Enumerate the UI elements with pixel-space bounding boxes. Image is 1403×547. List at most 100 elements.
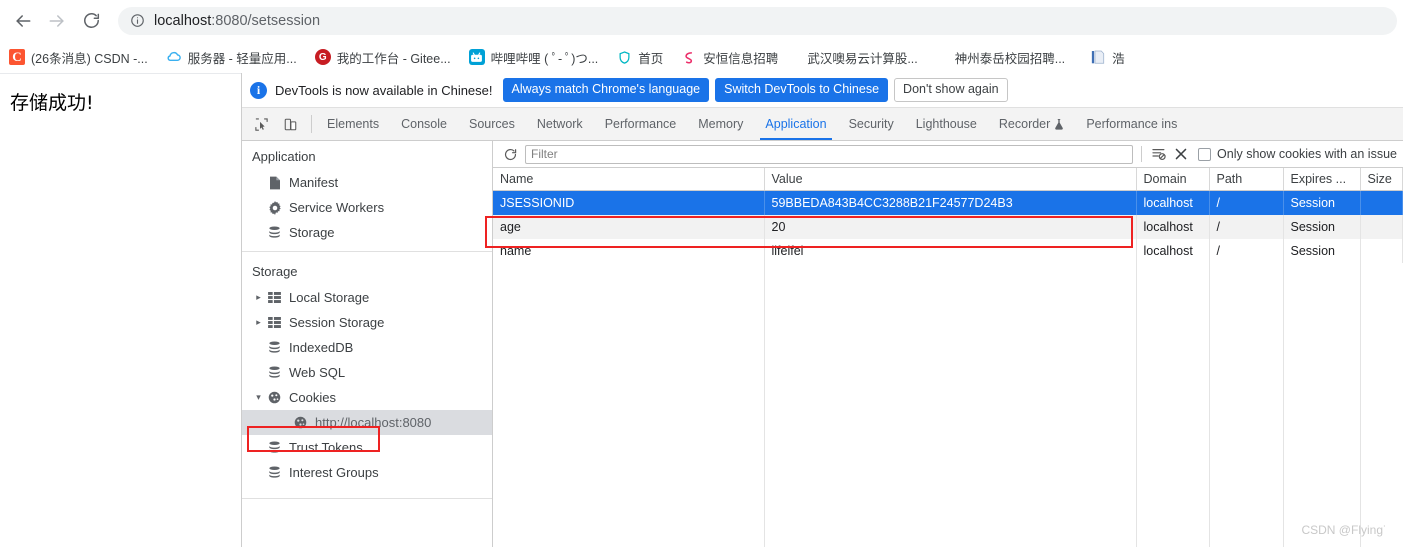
sidebar-item-web-sql[interactable]: Web SQL bbox=[242, 360, 492, 385]
table-row[interactable]: name lifeifei localhost / Session bbox=[493, 239, 1403, 263]
bookmark-dbappsecurity[interactable]: 安恒信息招聘 bbox=[675, 45, 784, 69]
address-bar-url: localhost:8080/setsession bbox=[154, 13, 320, 29]
clear-filter-icon[interactable] bbox=[1148, 143, 1170, 165]
column-header-name[interactable]: Name bbox=[493, 168, 765, 191]
cookie-icon bbox=[265, 391, 284, 404]
bookmark-wuhan-ouyi[interactable]: 武汉噢易云计算股... bbox=[801, 45, 923, 69]
cookies-table-header: Name Value Domain Path Expires ... Size bbox=[493, 168, 1403, 191]
clear-all-cookies-icon[interactable] bbox=[1170, 143, 1192, 165]
only-issues-label: Only show cookies with an issue bbox=[1217, 147, 1397, 161]
bookmark-label: 哔哩哔哩 ( ﾟ- ﾟ)つ... bbox=[490, 51, 599, 66]
tab-performance[interactable]: Performance bbox=[594, 108, 688, 140]
sidebar-item-cookie-origin[interactable]: http://localhost:8080 bbox=[242, 410, 492, 435]
sidebar-item-manifest[interactable]: Manifest bbox=[242, 170, 492, 195]
table-row[interactable]: JSESSIONID 59BBEDA843B4CC3288B21F24577D2… bbox=[493, 190, 1403, 215]
browser-window: localhost:8080/setsession C (26条消息) CSDN… bbox=[0, 0, 1403, 547]
cookies-table-body: JSESSIONID 59BBEDA843B4CC3288B21F24577D2… bbox=[493, 190, 1403, 263]
chevron-down-icon[interactable]: ▾ bbox=[252, 392, 265, 403]
tab-lighthouse[interactable]: Lighthouse bbox=[905, 108, 988, 140]
sidebar-item-cookies[interactable]: ▾ Cookies bbox=[242, 385, 492, 410]
watermark: CSDN @Flying˙ bbox=[1301, 523, 1387, 537]
cell-path: / bbox=[1209, 239, 1284, 263]
devtools-panel: i DevTools is now available in Chinese! … bbox=[241, 73, 1403, 547]
cookies-table: Name Value Domain Path Expires ... Size … bbox=[493, 168, 1403, 263]
tab-performance-insights[interactable]: Performance ins bbox=[1075, 108, 1188, 140]
back-button[interactable] bbox=[6, 4, 40, 38]
browser-toolbar: localhost:8080/setsession bbox=[0, 0, 1403, 41]
tab-sources[interactable]: Sources bbox=[458, 108, 526, 140]
devtools-tool-icons bbox=[242, 108, 307, 140]
tab-memory[interactable]: Memory bbox=[687, 108, 754, 140]
cookies-filter-bar: Only show cookies with an issue bbox=[493, 141, 1403, 168]
sidebar-item-service-workers[interactable]: Service Workers bbox=[242, 195, 492, 220]
tab-security[interactable]: Security bbox=[838, 108, 905, 140]
document-favicon bbox=[1090, 49, 1106, 65]
tab-console[interactable]: Console bbox=[390, 108, 458, 140]
sidebar-item-interest-groups[interactable]: Interest Groups bbox=[242, 460, 492, 485]
reload-button[interactable] bbox=[74, 4, 108, 38]
bookmark-label: 我的工作台 - Gitee... bbox=[336, 51, 451, 66]
cookies-empty-area bbox=[493, 263, 1403, 547]
tab-network[interactable]: Network bbox=[526, 108, 594, 140]
page-body-text: 存储成功! bbox=[10, 92, 94, 114]
bookmark-homepage[interactable]: 首页 bbox=[610, 45, 669, 69]
inspect-element-icon[interactable] bbox=[250, 113, 272, 135]
cell-domain: localhost bbox=[1136, 215, 1210, 239]
sidebar-item-label: Session Storage bbox=[289, 315, 385, 330]
tabbar-divider bbox=[311, 115, 312, 133]
column-header-domain[interactable]: Domain bbox=[1136, 168, 1210, 191]
bookmark-shenzhou-taiyue[interactable]: 神州泰岳校园招聘... bbox=[949, 45, 1071, 69]
filter-divider bbox=[1141, 146, 1143, 162]
bookmark-label: 浩 bbox=[1112, 51, 1125, 66]
column-header-path[interactable]: Path bbox=[1209, 168, 1284, 191]
bookmark-bilibili[interactable]: 哔哩哔哩 ( ﾟ- ﾟ)つ... bbox=[463, 45, 605, 69]
bookmark-csdn[interactable]: C (26条消息) CSDN -... bbox=[3, 45, 154, 69]
refresh-icon[interactable] bbox=[499, 143, 521, 165]
database-icon bbox=[265, 366, 284, 379]
filter-input[interactable] bbox=[525, 144, 1134, 164]
address-bar[interactable]: localhost:8080/setsession bbox=[118, 6, 1397, 35]
switch-to-chinese-button[interactable]: Switch DevTools to Chinese bbox=[715, 78, 889, 102]
tab-recorder[interactable]: Recorder bbox=[988, 108, 1075, 140]
site-info-icon[interactable] bbox=[130, 13, 145, 28]
tab-elements[interactable]: Elements bbox=[316, 108, 390, 140]
banner-message: DevTools is now available in Chinese! bbox=[275, 82, 493, 98]
always-match-language-button[interactable]: Always match Chrome's language bbox=[502, 78, 710, 102]
shield-favicon bbox=[616, 49, 632, 65]
column-header-value[interactable]: Value bbox=[764, 168, 1137, 191]
sidebar-divider-bottom bbox=[242, 498, 492, 499]
forward-button[interactable] bbox=[40, 4, 74, 38]
bookmark-hao[interactable]: 浩 bbox=[1084, 45, 1131, 69]
chevron-right-icon[interactable]: ▸ bbox=[252, 292, 265, 303]
sidebar-item-storage[interactable]: Storage bbox=[242, 220, 492, 245]
column-header-size[interactable]: Size bbox=[1360, 168, 1403, 191]
info-icon: i bbox=[250, 81, 267, 99]
sidebar-item-trust-tokens[interactable]: Trust Tokens bbox=[242, 435, 492, 460]
column-header-expires[interactable]: Expires ... bbox=[1283, 168, 1361, 191]
bookmark-label: (26条消息) CSDN -... bbox=[31, 51, 148, 66]
bookmark-label: 神州泰岳校园招聘... bbox=[954, 51, 1066, 66]
database-icon bbox=[265, 226, 284, 239]
device-toolbar-icon[interactable] bbox=[279, 113, 301, 135]
sidebar-item-local-storage[interactable]: ▸ Local Storage bbox=[242, 285, 492, 310]
bookmark-tencent-cloud[interactable]: 服务器 - 轻量应用... bbox=[160, 45, 303, 69]
gear-icon bbox=[265, 200, 284, 215]
only-issues-checkbox[interactable]: Only show cookies with an issue bbox=[1198, 147, 1397, 161]
sidebar-item-session-storage[interactable]: ▸ Session Storage bbox=[242, 310, 492, 335]
table-row[interactable]: age 20 localhost / Session bbox=[493, 215, 1403, 239]
sidebar-item-label: Web SQL bbox=[289, 365, 346, 380]
sidebar-item-indexeddb[interactable]: IndexedDB bbox=[242, 335, 492, 360]
dont-show-again-button[interactable]: Don't show again bbox=[894, 78, 1008, 102]
checkbox-box[interactable] bbox=[1198, 147, 1212, 161]
cell-path: / bbox=[1209, 215, 1284, 239]
cell-size bbox=[1360, 239, 1403, 263]
sidebar-item-label: Cookies bbox=[289, 390, 336, 405]
tab-application[interactable]: Application bbox=[754, 108, 837, 140]
gitee-favicon: G bbox=[314, 49, 331, 65]
bookmark-label: 安恒信息招聘 bbox=[703, 51, 779, 66]
sidebar-section-application: Application bbox=[252, 149, 316, 164]
cell-expires: Session bbox=[1283, 190, 1361, 215]
cell-name: name bbox=[493, 239, 765, 263]
chevron-right-icon[interactable]: ▸ bbox=[252, 317, 265, 328]
bookmark-gitee[interactable]: G 我的工作台 - Gitee... bbox=[309, 45, 457, 69]
